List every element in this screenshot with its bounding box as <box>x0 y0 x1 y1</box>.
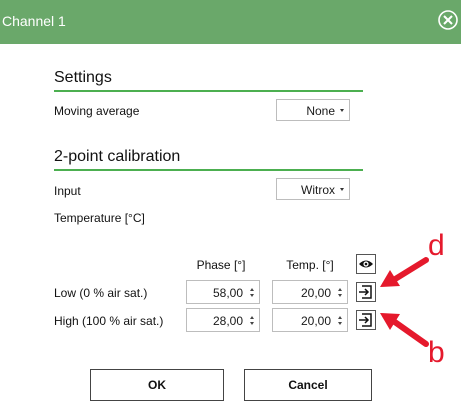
annotation-label-d: d <box>428 229 445 262</box>
spin-up-icon[interactable] <box>250 288 254 291</box>
spin-up-icon[interactable] <box>338 316 342 319</box>
low-import-button[interactable] <box>356 282 376 302</box>
settings-divider <box>54 90 363 92</box>
calibration-divider <box>54 169 363 171</box>
low-temp-input[interactable]: 20,00 <box>272 280 348 304</box>
close-icon[interactable] <box>437 9 459 31</box>
title-bar <box>0 0 461 44</box>
annotation-arrow-d <box>378 256 430 290</box>
cancel-button[interactable]: Cancel <box>244 369 372 401</box>
low-row-label: Low (0 % air sat.) <box>54 286 148 300</box>
temperature-label: Temperature [°C] <box>54 211 145 225</box>
import-value-icon <box>359 285 372 299</box>
annotation-label-b: b <box>428 336 445 369</box>
high-row-label: High (100 % air sat.) <box>54 314 164 328</box>
settings-heading: Settings <box>54 69 112 86</box>
ok-button[interactable]: OK <box>90 369 224 401</box>
high-phase-value: 28,00 <box>212 314 243 328</box>
low-phase-value: 58,00 <box>212 286 243 300</box>
import-value-icon <box>359 313 372 327</box>
low-temp-value: 20,00 <box>300 286 331 300</box>
eye-icon[interactable] <box>356 254 376 274</box>
spin-down-icon[interactable] <box>338 294 342 297</box>
moving-average-label: Moving average <box>54 104 140 118</box>
low-phase-input[interactable]: 58,00 <box>186 280 260 304</box>
moving-average-select[interactable]: None <box>276 99 350 121</box>
calibration-heading: 2-point calibration <box>54 148 181 165</box>
input-select[interactable]: Witrox <box>276 178 350 200</box>
spin-down-icon[interactable] <box>338 322 342 325</box>
dropdown-arrow-icon <box>340 188 344 191</box>
phase-column-header: Phase [°] <box>196 258 246 272</box>
spin-down-icon[interactable] <box>250 294 254 297</box>
high-temp-value: 20,00 <box>300 314 331 328</box>
spin-up-icon[interactable] <box>338 288 342 291</box>
dropdown-arrow-icon <box>340 109 344 112</box>
input-value: Witrox <box>301 183 335 197</box>
high-phase-input[interactable]: 28,00 <box>186 308 260 332</box>
annotation-arrow-b <box>378 310 430 348</box>
spin-down-icon[interactable] <box>250 322 254 325</box>
temp-column-header: Temp. [°] <box>286 258 334 272</box>
high-temp-input[interactable]: 20,00 <box>272 308 348 332</box>
high-import-button[interactable] <box>356 310 376 330</box>
moving-average-value: None <box>306 104 335 118</box>
spin-up-icon[interactable] <box>250 316 254 319</box>
input-label: Input <box>54 184 81 198</box>
window-title: Channel 1 <box>2 13 66 29</box>
